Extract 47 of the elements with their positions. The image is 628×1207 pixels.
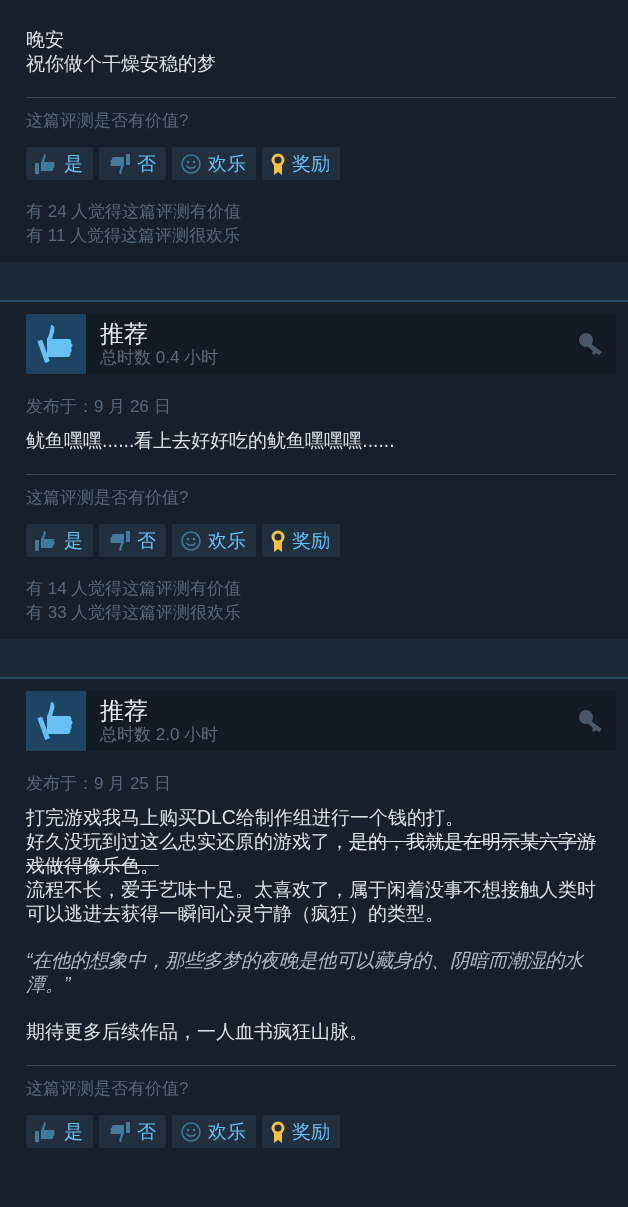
smiley-icon <box>180 152 202 175</box>
playtime-label: 总时数 0.4 小时 <box>100 348 220 368</box>
helpful-question: 这篇评测是否有价值? <box>26 110 190 132</box>
review-text: 祝你做个干燥安稳的梦 <box>26 51 217 75</box>
review-text: 好久没玩到过这么忠实还原的游戏了，是的，我就是在明示某六字游戏做得像乐色。 <box>26 829 597 877</box>
vote-count: 有 24 人觉得这篇评测有价值 <box>26 201 243 223</box>
smiley-icon <box>180 529 202 552</box>
award-button[interactable]: 奖励 <box>262 524 340 557</box>
verdict-label: 推荐 <box>100 320 149 348</box>
key-icon <box>578 332 604 356</box>
posted-date: 发布于：9 月 25 日 <box>26 773 172 795</box>
thumbs-up-icon <box>34 1120 58 1143</box>
review-text: 期待更多后续作品，一人血书疯狂山脉。 <box>26 1019 369 1043</box>
verdict-label: 推荐 <box>100 697 149 725</box>
key-icon <box>578 709 604 733</box>
review-quote: “在他的想象中，那些多梦的夜晚是他可以藏身的、阴暗而潮湿的水潭。” <box>26 948 585 996</box>
helpful-question: 这篇评测是否有价值? <box>26 487 190 509</box>
review-text: 晚安 <box>26 27 65 51</box>
thumbs-down-icon <box>107 529 131 552</box>
no-button[interactable]: 否 <box>99 524 166 557</box>
award-ribbon-icon <box>270 528 286 553</box>
no-button[interactable]: 否 <box>99 147 166 180</box>
review-text: 流程不长，爱手艺味十足。太喜欢了，属于闲着没事不想接触人类时可以逃进去获得一瞬间心灵宁静（疯狂）的类型。 <box>26 877 597 925</box>
thumbs-up-icon <box>34 152 58 175</box>
yes-button[interactable]: 是 <box>26 1115 93 1148</box>
posted-date: 发布于：9 月 26 日 <box>26 396 172 418</box>
award-ribbon-icon <box>270 1119 286 1144</box>
review-text: 打完游戏我马上购买DLC给制作组进行一个钱的打。 <box>26 805 465 829</box>
award-button[interactable]: 奖励 <box>262 1115 340 1148</box>
funny-button[interactable]: 欢乐 <box>172 1115 256 1148</box>
no-button[interactable]: 否 <box>99 1115 166 1148</box>
funny-button[interactable]: 欢乐 <box>172 524 256 557</box>
thumbs-up-icon <box>34 529 58 552</box>
yes-button[interactable]: 是 <box>26 524 93 557</box>
review-text: 鱿鱼嘿嘿......看上去好好吃的鱿鱼嘿嘿嘿...... <box>26 428 396 452</box>
thumbs-down-icon <box>107 1120 131 1143</box>
award-button[interactable]: 奖励 <box>262 147 340 180</box>
vote-count: 有 33 人觉得这篇评测很欢乐 <box>26 602 243 624</box>
playtime-label: 总时数 2.0 小时 <box>100 725 220 745</box>
award-ribbon-icon <box>270 151 286 176</box>
vote-count: 有 14 人觉得这篇评测有价值 <box>26 578 243 600</box>
yes-button[interactable]: 是 <box>26 147 93 180</box>
vote-count: 有 11 人觉得这篇评测很欢乐 <box>26 225 242 247</box>
thumbs-down-icon <box>107 152 131 175</box>
funny-button[interactable]: 欢乐 <box>172 147 256 180</box>
smiley-icon <box>180 1120 202 1143</box>
helpful-question: 这篇评测是否有价值? <box>26 1078 190 1100</box>
